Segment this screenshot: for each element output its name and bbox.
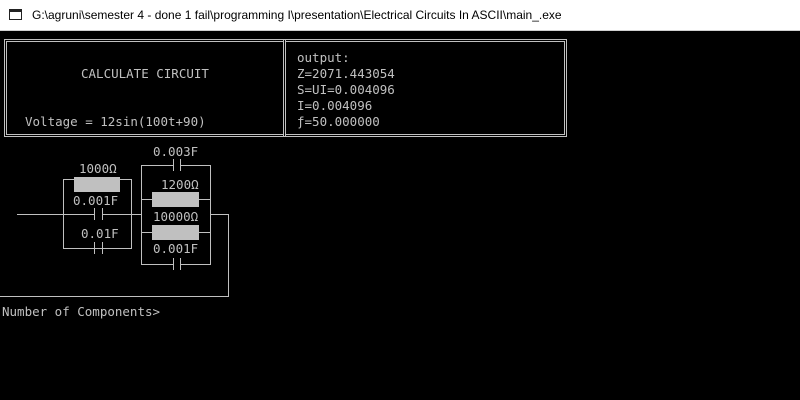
right-resistor-1-label: 1200Ω	[161, 177, 199, 192]
left-cap-bottom-label: 0.01F	[81, 226, 119, 241]
left-group-right-rail	[131, 179, 132, 249]
right-group-bottom-wire-r	[180, 264, 211, 265]
right-resistor-2-label: 10000Ω	[153, 209, 199, 224]
left-resistor	[74, 177, 120, 192]
input-wire	[17, 214, 64, 215]
console-app-icon	[8, 7, 24, 23]
left-resistor-label: 1000Ω	[79, 161, 117, 176]
right-group-top-wire-l	[141, 165, 173, 166]
left-cap-top-label: 0.001F	[73, 193, 119, 208]
right-resistor-1	[152, 192, 199, 207]
right-bottom-cap-plate-r	[180, 258, 181, 270]
right-resistor-2	[152, 225, 199, 240]
right-group-left-rail	[141, 165, 142, 265]
components-prompt[interactable]: Number of Components>	[2, 304, 160, 320]
right-top-cap-plate-r	[180, 159, 181, 171]
console-area: CALCULATE CIRCUIT Voltage = 12sin(100t+9…	[0, 31, 800, 400]
right-bottom-cap-label: 0.001F	[153, 241, 199, 256]
right-top-cap-label: 0.003F	[153, 144, 199, 159]
right-group-right-rail	[210, 165, 211, 265]
circuit-diagram: 1000Ω 0.001F 0.01F 0.003F 1200Ω 10000Ω 0…	[0, 31, 800, 331]
window-title: G:\agruni\semester 4 - done 1 fail\progr…	[32, 8, 562, 22]
right-group-top-wire-r	[180, 165, 211, 166]
wire-output-right	[210, 214, 229, 215]
left-cap-bottom-plate-r	[102, 242, 103, 254]
wire-return-bottom	[0, 296, 229, 297]
left-cap-top-wire-r	[102, 214, 131, 215]
right-group-bottom-wire-l	[141, 264, 173, 265]
window-titlebar[interactable]: G:\agruni\semester 4 - done 1 fail\progr…	[0, 0, 800, 31]
left-cap-top-plate-r	[102, 208, 103, 220]
left-group-bottom-wire	[63, 248, 132, 249]
right-top-cap-plate-l	[173, 159, 174, 171]
left-cap-top-plate-l	[94, 208, 95, 220]
left-cap-bottom-plate-l	[94, 242, 95, 254]
left-cap-top-wire-l	[63, 214, 94, 215]
right-bottom-cap-plate-l	[173, 258, 174, 270]
wire-return-vertical	[228, 214, 229, 296]
